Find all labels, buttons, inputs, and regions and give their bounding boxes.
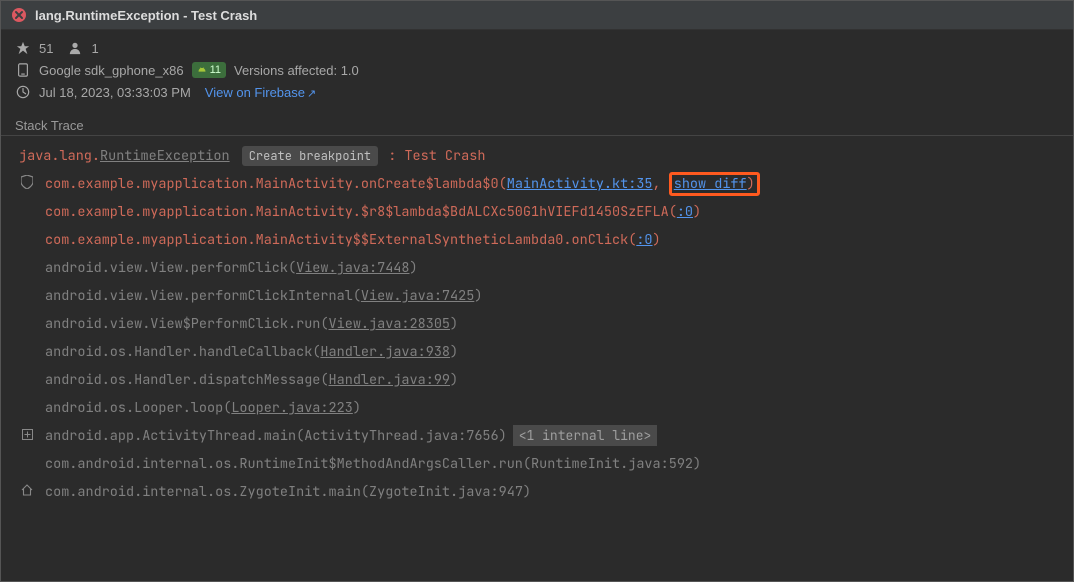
open-paren: ( <box>361 483 369 501</box>
timestamp: Jul 18, 2023, 03:33:03 PM <box>39 85 191 100</box>
source-link[interactable]: View.java:7448 <box>296 259 409 277</box>
frame-method: com.android.internal.os.RuntimeInit$Meth… <box>45 455 523 473</box>
exception-line: java.lang.RuntimeException Create breakp… <box>19 142 1063 170</box>
create-breakpoint-button[interactable]: Create breakpoint <box>242 146 378 166</box>
stack-frame: android.view.View.performClickInternal(V… <box>19 282 1063 310</box>
separator: , <box>653 175 669 193</box>
open-paren: ( <box>288 259 296 277</box>
stack-frame: com.example.myapplication.MainActivity.$… <box>19 198 1063 226</box>
timestamp-row: Jul 18, 2023, 03:33:03 PM View on Fireba… <box>15 84 1059 100</box>
show-diff-link[interactable]: show diff <box>674 175 747 193</box>
exception-colon: : <box>388 147 404 165</box>
counts-row: 51 1 <box>15 40 1059 56</box>
stack-trace: java.lang.RuntimeException Create breakp… <box>1 138 1073 516</box>
android-version-badge: 11 <box>192 62 226 78</box>
close-paren: ) <box>499 427 507 445</box>
open-paren: ( <box>320 315 328 333</box>
user-count-icon <box>67 40 83 56</box>
device-name: Google sdk_gphone_x86 <box>39 63 184 78</box>
source-link[interactable]: View.java:28305 <box>329 315 451 333</box>
user-count: 1 <box>91 41 98 56</box>
source-location: RuntimeInit.java:592 <box>531 455 693 473</box>
close-paren: ) <box>450 315 458 333</box>
close-paren: ) <box>450 371 458 389</box>
crash-count: 51 <box>39 41 53 56</box>
open-paren: ( <box>499 175 507 193</box>
close-paren: ) <box>693 455 701 473</box>
clock-icon <box>15 84 31 100</box>
stack-frame: com.android.internal.os.ZygoteInit.main(… <box>19 478 1063 506</box>
frame-method: android.os.Looper.loop <box>45 399 223 417</box>
stack-frame: android.os.Handler.dispatchMessage(Handl… <box>19 366 1063 394</box>
close-paren: ) <box>353 399 361 417</box>
close-paren: ) <box>450 343 458 361</box>
frame-method: com.example.myapplication.MainActivity.o… <box>45 175 499 193</box>
stack-frame: com.example.myapplication.MainActivity.o… <box>19 170 1063 198</box>
open-paren: ( <box>353 287 361 305</box>
device-row: Google sdk_gphone_x86 11 Versions affect… <box>15 62 1059 78</box>
source-link[interactable]: Handler.java:938 <box>320 343 450 361</box>
stack-frame: com.example.myapplication.MainActivity$$… <box>19 226 1063 254</box>
stack-frame: android.view.View$PerformClick.run(View.… <box>19 310 1063 338</box>
source-location: ActivityThread.java:7656 <box>304 427 498 445</box>
open-paren: ( <box>669 203 677 221</box>
source-link[interactable]: :0 <box>677 203 693 221</box>
exception-message: Test Crash <box>404 147 485 165</box>
close-paren: ) <box>747 175 755 193</box>
exception-prefix: java.lang. <box>19 147 100 165</box>
open-paren: ( <box>296 427 304 445</box>
internal-lines-badge[interactable]: <1 internal line> <box>513 425 658 446</box>
show-diff-highlight: show diff) <box>669 172 760 196</box>
shield-icon[interactable] <box>19 174 35 190</box>
frame-method: com.example.myapplication.MainActivity$$… <box>45 231 628 249</box>
view-on-firebase-link[interactable]: View on Firebase↗ <box>205 85 316 100</box>
source-link[interactable]: :0 <box>636 231 652 249</box>
stack-frame: android.os.Looper.loop(Looper.java:223) <box>19 394 1063 422</box>
stack-trace-heading: Stack Trace <box>1 110 1073 136</box>
source-link[interactable]: View.java:7425 <box>361 287 474 305</box>
stack-frame: android.view.View.performClick(View.java… <box>19 254 1063 282</box>
frame-method: android.app.ActivityThread.main <box>45 427 296 445</box>
versions-affected: Versions affected: 1.0 <box>234 63 359 78</box>
frame-method: android.os.Handler.handleCallback <box>45 343 312 361</box>
expand-icon[interactable] <box>19 426 35 442</box>
crash-metadata: 51 1 Google sdk_gphone_x86 11 Versions a… <box>1 30 1073 110</box>
source-location: ZygoteInit.java:947 <box>369 483 523 501</box>
frame-method: android.view.View$PerformClick.run <box>45 315 320 333</box>
crash-count-icon <box>15 40 31 56</box>
android-version-text: 11 <box>210 64 221 76</box>
close-paren: ) <box>653 231 661 249</box>
stack-frame: com.android.internal.os.RuntimeInit$Meth… <box>19 450 1063 478</box>
external-link-icon: ↗ <box>307 88 316 100</box>
stack-frame: android.os.Handler.handleCallback(Handle… <box>19 338 1063 366</box>
device-icon <box>15 62 31 78</box>
frame-method: android.view.View.performClickInternal <box>45 287 353 305</box>
panel-header: lang.RuntimeException - Test Crash <box>1 1 1073 30</box>
source-link[interactable]: Looper.java:223 <box>231 399 353 417</box>
error-icon <box>11 7 27 23</box>
close-paren: ) <box>410 259 418 277</box>
panel-title: lang.RuntimeException - Test Crash <box>35 8 257 23</box>
exception-name[interactable]: RuntimeException <box>100 147 230 165</box>
view-on-firebase-text: View on Firebase <box>205 85 305 100</box>
source-link[interactable]: MainActivity.kt:35 <box>507 175 653 193</box>
close-paren: ) <box>693 203 701 221</box>
frame-method: android.os.Handler.dispatchMessage <box>45 371 320 389</box>
close-paren: ) <box>474 287 482 305</box>
source-link[interactable]: Handler.java:99 <box>329 371 451 389</box>
android-icon <box>197 65 207 75</box>
open-paren: ( <box>523 455 531 473</box>
frame-method: android.view.View.performClick <box>45 259 288 277</box>
close-paren: ) <box>523 483 531 501</box>
stack-frame: android.app.ActivityThread.main(Activity… <box>19 422 1063 450</box>
home-icon[interactable] <box>19 482 35 498</box>
open-paren: ( <box>320 371 328 389</box>
frame-method: com.example.myapplication.MainActivity.$… <box>45 203 669 221</box>
frame-method: com.android.internal.os.ZygoteInit.main <box>45 483 361 501</box>
